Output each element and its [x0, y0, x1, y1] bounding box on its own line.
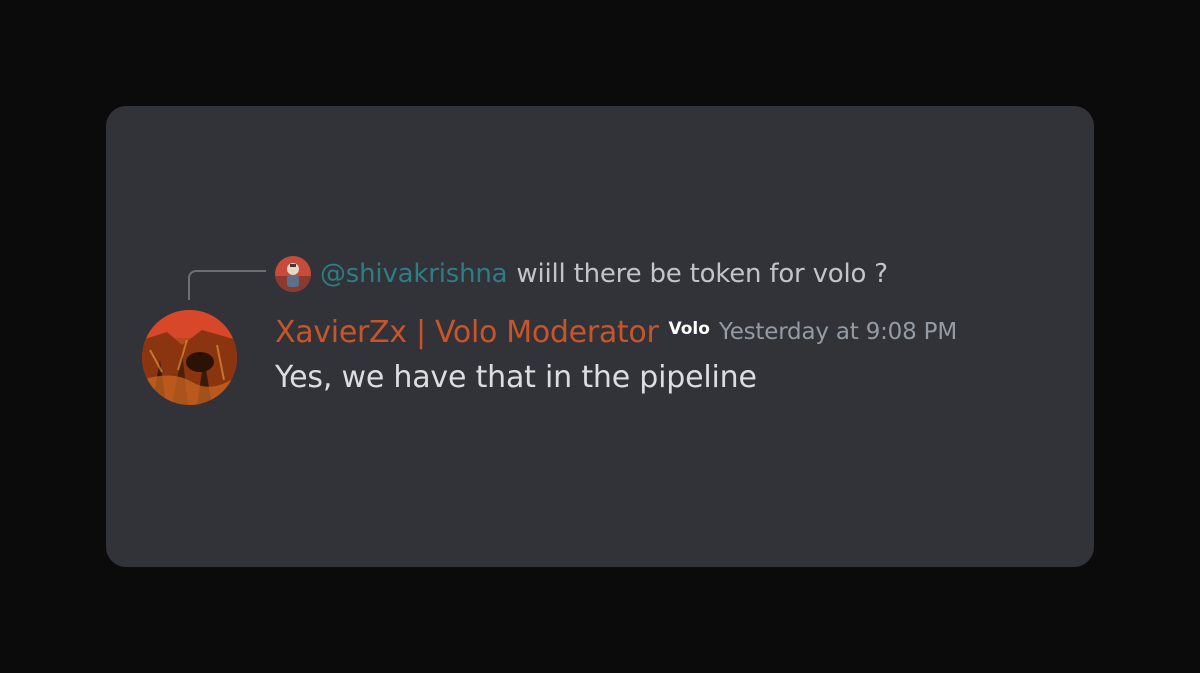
- server-tag[interactable]: Volo: [668, 319, 709, 339]
- message-content: Yes, we have that in the pipeline: [275, 360, 757, 395]
- reply-connector-line: [188, 270, 266, 300]
- message-timestamp[interactable]: Yesterday at 9:08 PM: [719, 319, 957, 345]
- reply-reference[interactable]: @shivakrishna wiill there be token for v…: [275, 254, 888, 294]
- reply-preview-text[interactable]: wiill there be token for volo ?: [516, 259, 888, 289]
- author-username[interactable]: XavierZx | Volo Moderator: [275, 315, 659, 350]
- reply-mention[interactable]: @shivakrishna: [320, 259, 508, 289]
- message-header: XavierZx | Volo Moderator Volo Yesterday…: [275, 310, 957, 354]
- replied-user-avatar[interactable]: [275, 256, 311, 292]
- author-avatar[interactable]: [142, 310, 237, 405]
